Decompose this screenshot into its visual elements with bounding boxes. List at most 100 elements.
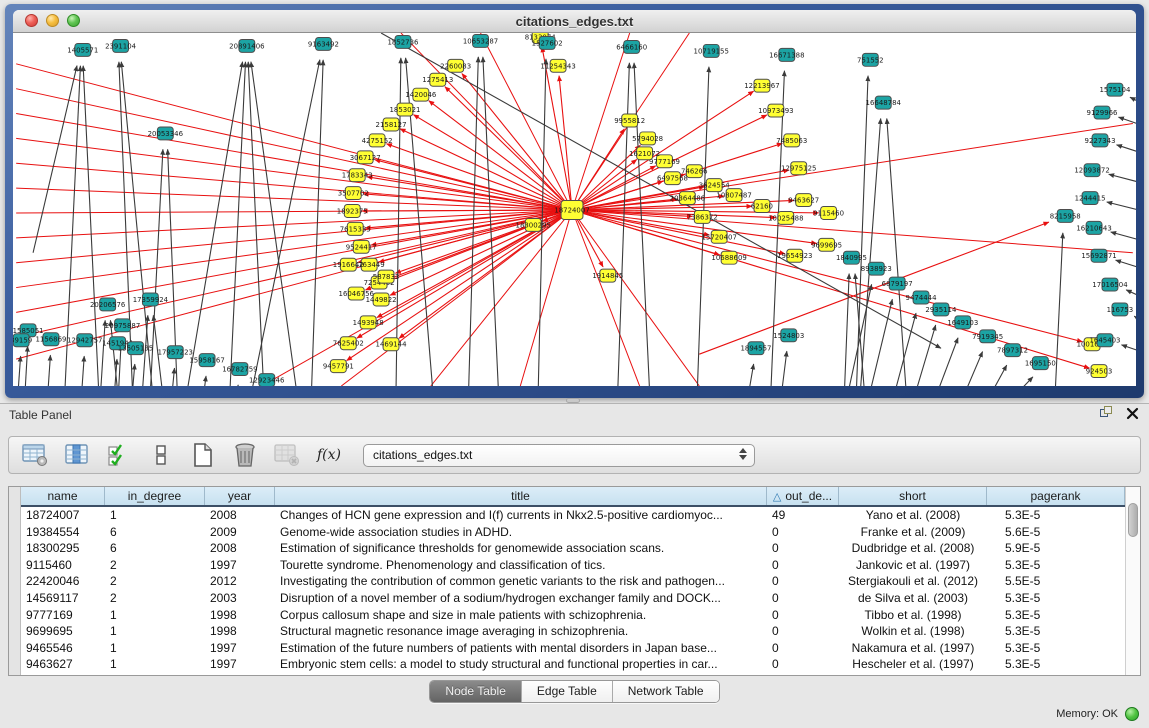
graph-node-label: 2391104 <box>105 42 137 50</box>
table-scrollbar[interactable] <box>1125 487 1140 675</box>
table-row[interactable]: 1872400712008Changes of HCN gene express… <box>21 507 1125 524</box>
column-header-name[interactable]: name <box>21 487 105 505</box>
table-row[interactable]: 1456911722003Disruption of a novel membe… <box>21 590 1125 607</box>
table-settings-icon[interactable] <box>21 441 49 469</box>
graph-node-label: 6879197 <box>882 280 913 288</box>
row-height-icon[interactable] <box>147 441 175 469</box>
network-view-window: citations_edges.txt 18724007183002952260… <box>5 4 1144 398</box>
minimize-button[interactable] <box>46 14 59 27</box>
cell-title: Estimation of significance thresholds fo… <box>275 540 767 557</box>
graph-node-label: 1783343 <box>342 172 373 180</box>
graph-node-label: 3507702 <box>338 190 369 198</box>
graph-node-label: 1244415 <box>1075 195 1106 203</box>
graph-node-label: 9129966 <box>1087 109 1118 117</box>
table-row[interactable]: 969969511998Structural magnetic resonanc… <box>21 623 1125 640</box>
network-window-titlebar[interactable]: citations_edges.txt <box>13 10 1136 33</box>
graph-node-label: 16671388 <box>769 51 804 59</box>
column-header-title[interactable]: title <box>275 487 767 505</box>
graph-node-label: 16210643 <box>1076 224 1111 232</box>
node-table: namein_degreeyeartitle△out_de...shortpag… <box>8 486 1141 676</box>
close-panel-icon[interactable] <box>1126 407 1139 420</box>
graph-node-label: 7485063 <box>776 137 807 145</box>
graph-node-label: 20206576 <box>90 301 125 309</box>
cell-in_degree: 1 <box>105 607 205 624</box>
cell-year: 2012 <box>205 573 275 590</box>
new-table-icon[interactable] <box>189 441 217 469</box>
table-toolbar: f(x) citations_edges.txt <box>8 436 1141 474</box>
graph-node-label: 2260083 <box>440 62 471 70</box>
graph-node-label: 1853021 <box>389 106 420 114</box>
cell-name: 9465546 <box>21 640 105 657</box>
delete-icon[interactable] <box>231 441 259 469</box>
function-builder-icon[interactable]: f(x) <box>315 441 343 469</box>
cell-short: Tibbo et al. (1998) <box>839 607 987 624</box>
cell-pagerank: 5.3E-5 <box>987 557 1125 574</box>
graph-node-label: 62160 <box>751 203 773 211</box>
table-row[interactable]: 946554611997Estimation of the future num… <box>21 640 1125 657</box>
cell-out_degree: 0 <box>767 573 839 590</box>
column-settings-icon[interactable] <box>63 441 91 469</box>
table-row[interactable]: 1938455462009Genome-wide association stu… <box>21 524 1125 541</box>
graph-node-label: 18300295 <box>516 221 551 229</box>
graph-node-label: 13505135 <box>118 345 153 353</box>
graph-node-label: 1156869 <box>35 336 66 344</box>
delete-table-icon[interactable] <box>273 441 301 469</box>
graph-node-label: 1852736 <box>387 38 418 46</box>
graph-node-label: 9474444 <box>906 294 938 302</box>
graph-node-label: 1916642 <box>333 261 364 269</box>
cell-title: Estimation of the future numbers of pati… <box>275 640 767 657</box>
graph-node-label: 1621072 <box>629 150 660 158</box>
graph-node-label: 3624554 <box>699 182 731 190</box>
graph-node-label: 3067127 <box>350 154 381 162</box>
column-header-out_degree[interactable]: △out_de... <box>767 487 839 505</box>
cell-year: 2009 <box>205 524 275 541</box>
cell-out_degree: 0 <box>767 656 839 673</box>
memory-status-label: Memory: OK <box>1056 708 1118 720</box>
tab-network-table[interactable]: Network Table <box>613 681 719 702</box>
graph-node-label: 751552 <box>857 56 884 64</box>
graph-node-label: 1575104 <box>1099 86 1131 94</box>
cell-in_degree: 1 <box>105 507 205 524</box>
table-row[interactable]: 2242004622012Investigating the contribut… <box>21 573 1125 590</box>
column-header-in_degree[interactable]: in_degree <box>105 487 205 505</box>
cell-out_degree: 49 <box>767 507 839 524</box>
zoom-button[interactable] <box>67 14 80 27</box>
graph-node-label: 1649103 <box>947 319 978 327</box>
float-panel-icon[interactable] <box>1100 406 1114 420</box>
cell-name: 9777169 <box>21 607 105 624</box>
graph-node-label: 10973493 <box>758 107 793 115</box>
close-button[interactable] <box>25 14 38 27</box>
cell-in_degree: 1 <box>105 623 205 640</box>
tab-edge-table[interactable]: Edge Table <box>522 681 613 702</box>
table-panel: Table Panel <box>0 403 1149 728</box>
column-header-year[interactable]: year <box>205 487 275 505</box>
cell-short: Yano et al. (2008) <box>839 507 987 524</box>
network-graph-canvas[interactable]: 1872400718300295226008312754131420046185… <box>13 33 1136 386</box>
graph-node-label: 6466160 <box>616 43 647 51</box>
graph-node-label: 8938923 <box>861 265 892 273</box>
table-row[interactable]: 946362711997Embryonic stem cells: a mode… <box>21 656 1125 673</box>
graph-node-label: 1914845 <box>592 272 623 280</box>
cell-name: 18300295 <box>21 540 105 557</box>
graph-node-label: 9115460 <box>813 209 844 217</box>
table-row[interactable]: 911546021997Tourette syndrome. Phenomeno… <box>21 557 1125 574</box>
table-select-dropdown[interactable]: citations_edges.txt <box>363 444 755 467</box>
column-header-pagerank[interactable]: pagerank <box>987 487 1125 505</box>
cell-out_degree: 0 <box>767 540 839 557</box>
graph-node-label: 15692871 <box>1081 252 1116 260</box>
graph-node-label: 7386372 <box>687 213 718 221</box>
table-row[interactable]: 977716911998Corpus callosum shape and si… <box>21 607 1125 624</box>
column-header-short[interactable]: short <box>839 487 987 505</box>
scrollbar-thumb[interactable] <box>1128 503 1138 537</box>
table-row[interactable]: 1830029562008Estimation of significance … <box>21 540 1125 557</box>
selection-mode-icon[interactable] <box>105 441 133 469</box>
graph-node-label: 5794028 <box>632 135 663 143</box>
tab-node-table[interactable]: Node Table <box>430 681 522 702</box>
graph-node-label: 7897312 <box>997 347 1028 355</box>
graph-node-label: 9524417 <box>346 243 377 251</box>
graph-node-label: 17359924 <box>133 296 169 304</box>
graph-node-label: 15958167 <box>189 357 224 365</box>
cell-year: 1997 <box>205 557 275 574</box>
cell-short: Stergiakouli et al. (2012) <box>839 573 987 590</box>
cell-short: de Silva et al. (2003) <box>839 590 987 607</box>
